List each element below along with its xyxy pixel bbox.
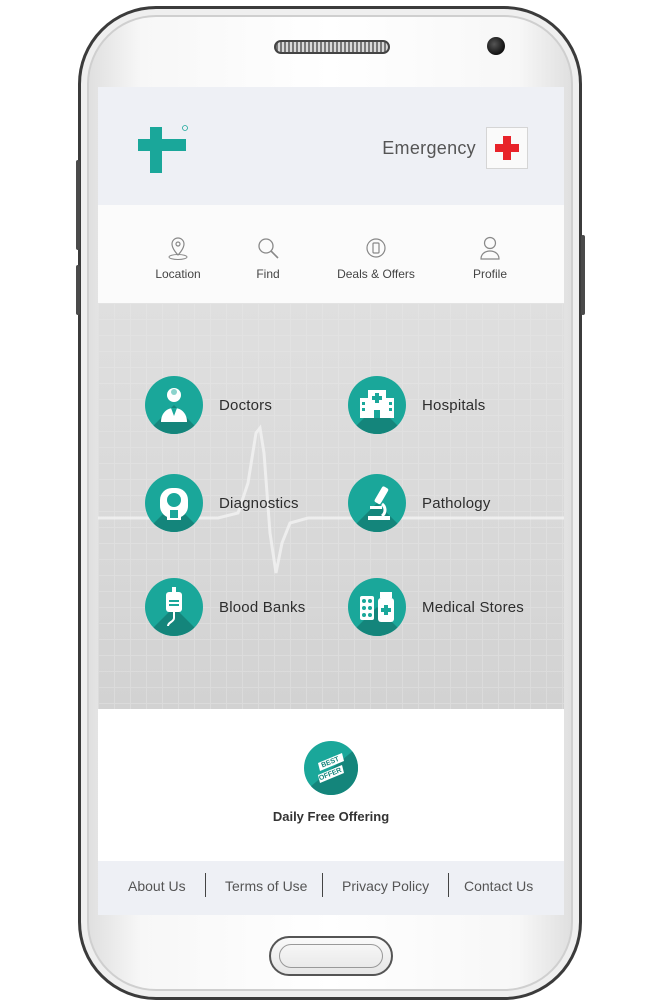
top-navigation: Location Find Deals & Offers Profile	[98, 205, 564, 303]
daily-offer-section[interactable]: BEST OFFER Daily Free Offering	[98, 709, 564, 861]
speaker-grille	[274, 40, 390, 54]
emergency-label: Emergency	[382, 137, 476, 158]
app-logo[interactable]	[138, 125, 188, 175]
category-label: Hospitals	[422, 396, 486, 414]
category-label: Blood Banks	[219, 598, 306, 616]
emergency-button[interactable]: Emergency	[382, 127, 528, 169]
search-icon	[258, 238, 279, 259]
nav-item-find[interactable]: Find	[223, 235, 313, 281]
offer-label: Daily Free Offering	[272, 809, 390, 824]
best-offer-badge-icon[interactable]: BEST OFFER	[304, 741, 358, 795]
category-blood-banks[interactable]: Blood Banks	[145, 578, 305, 636]
volume-button	[76, 160, 80, 250]
mri-scanner-icon	[145, 474, 203, 532]
nav-label-deals: Deals & Offers	[337, 267, 415, 281]
footer-divider	[205, 873, 206, 897]
category-label: Pathology	[422, 494, 491, 512]
location-pin-icon	[168, 237, 188, 260]
power-button	[581, 235, 585, 315]
footer-link-terms[interactable]: Terms of Use	[225, 878, 307, 894]
nav-item-deals[interactable]: Deals & Offers	[331, 235, 421, 281]
category-medical-stores[interactable]: Medical Stores	[348, 578, 524, 636]
nav-label-location: Location	[155, 267, 201, 281]
front-camera	[487, 37, 505, 55]
iv-bag-icon	[145, 578, 203, 636]
category-doctors[interactable]: Doctors	[145, 376, 272, 434]
category-label: Medical Stores	[422, 598, 525, 616]
category-label: Doctors	[219, 396, 273, 414]
footer-link-about[interactable]: About Us	[128, 878, 186, 894]
medicine-icon	[348, 578, 406, 636]
nav-item-profile[interactable]: Profile	[445, 235, 535, 281]
category-grid: Doctors Hospitals Diagnostics Pathology …	[98, 303, 564, 709]
emergency-cross-icon[interactable]	[486, 127, 528, 169]
hospital-icon	[348, 376, 406, 434]
deals-icon	[366, 238, 386, 258]
category-pathology[interactable]: Pathology	[348, 474, 491, 532]
app-header: Emergency	[98, 87, 564, 205]
footer-link-privacy[interactable]: Privacy Policy	[342, 878, 429, 894]
user-icon	[480, 236, 500, 260]
footer-divider	[448, 873, 449, 897]
app-screen: Emergency Location Find Deals & Offers P…	[98, 87, 564, 915]
footer-links: About Us Terms of Use Privacy Policy Con…	[98, 861, 564, 915]
nav-item-location[interactable]: Location	[133, 235, 223, 281]
doctor-icon	[145, 376, 203, 434]
footer-link-contact[interactable]: Contact Us	[464, 878, 533, 894]
category-hospitals[interactable]: Hospitals	[348, 376, 486, 434]
home-button[interactable]	[269, 936, 393, 976]
footer-divider	[322, 873, 323, 897]
nav-label-profile: Profile	[472, 267, 507, 281]
category-diagnostics[interactable]: Diagnostics	[145, 474, 299, 532]
volume-button-lower	[76, 265, 80, 315]
microscope-icon	[348, 474, 406, 532]
nav-label-find: Find	[256, 267, 280, 281]
category-label: Diagnostics	[219, 494, 299, 512]
